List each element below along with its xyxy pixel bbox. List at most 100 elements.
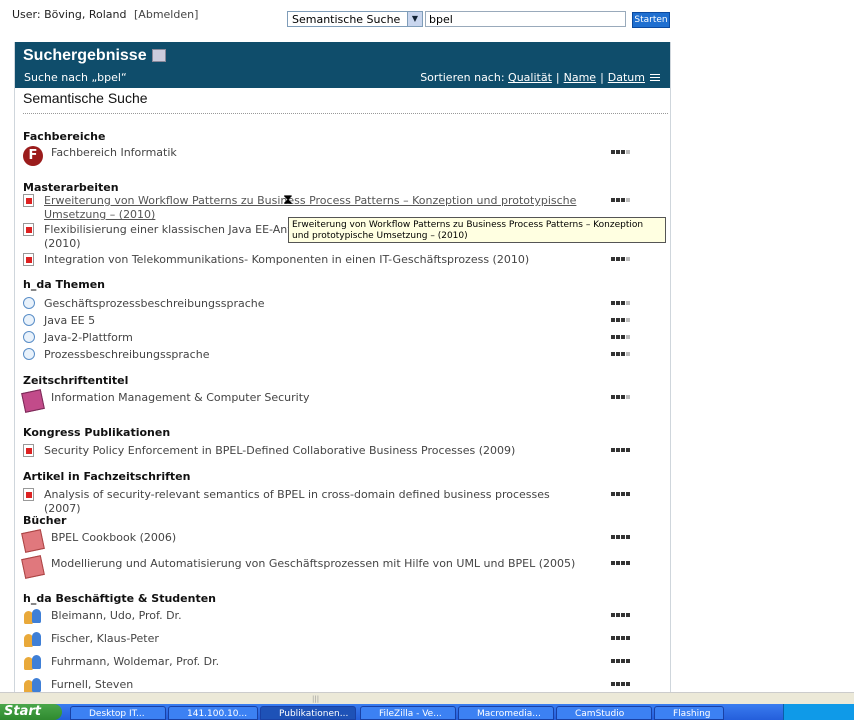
pdf-icon	[23, 253, 34, 266]
taskbar-item[interactable]: Macromedia...	[458, 706, 554, 720]
relevance-rating	[611, 257, 633, 261]
result-item-label[interactable]: Analysis of security-relevant semantics …	[44, 488, 584, 516]
category-heading: Kongress Publikationen	[23, 426, 171, 439]
rating-dot	[616, 448, 620, 452]
rating-dot	[616, 301, 620, 305]
book-icon	[21, 555, 45, 579]
result-item-label[interactable]: Security Policy Enforcement in BPEL-Defi…	[44, 444, 584, 458]
sort-label: Sortieren nach:	[420, 71, 505, 84]
rating-dot	[626, 352, 630, 356]
taskbar-item[interactable]: Flashing	[654, 706, 724, 720]
relevance-rating	[611, 150, 633, 154]
taskbar-item[interactable]: Publikationen...	[260, 706, 356, 720]
rating-dot	[616, 492, 620, 496]
rating-dot	[616, 257, 620, 261]
category-heading: Fachbereiche	[23, 130, 106, 143]
taskbar: Start Desktop IT... 141.100.10... Publik…	[0, 704, 854, 720]
rating-dot	[621, 561, 625, 565]
rating-dot	[621, 150, 625, 154]
logout-link[interactable]: [Abmelden]	[134, 8, 198, 21]
search-submit-button[interactable]: Starten	[632, 12, 670, 28]
rating-dot	[626, 613, 630, 617]
rating-dot	[621, 613, 625, 617]
result-item-label[interactable]: Prozessbeschreibungssprache	[44, 348, 584, 362]
rating-dot	[611, 198, 615, 202]
rating-dot	[621, 301, 625, 305]
relevance-rating	[611, 636, 633, 640]
result-item-label[interactable]: Integration von Telekommunikations- Komp…	[44, 253, 584, 267]
taskbar-item[interactable]: 141.100.10...	[168, 706, 258, 720]
rating-dot	[626, 198, 630, 202]
rating-dot	[611, 561, 615, 565]
rating-dot	[621, 535, 625, 539]
rating-dot	[611, 318, 615, 322]
tooltip: Erweiterung von Workflow Patterns zu Bus…	[288, 217, 666, 243]
result-item-label[interactable]: Fuhrmann, Woldemar, Prof. Dr.	[51, 655, 591, 669]
rating-dot	[616, 395, 620, 399]
pdf-icon	[23, 194, 34, 207]
search-mode-value: Semantische Suche	[292, 13, 401, 26]
result-item-label[interactable]: Geschäftsprozessbeschreibungssprache	[44, 297, 584, 311]
result-item-label[interactable]: Bleimann, Udo, Prof. Dr.	[51, 609, 591, 623]
rating-dot	[626, 682, 630, 686]
hourglass-cursor-icon: ⧗	[283, 192, 293, 208]
list-view-icon[interactable]	[650, 73, 660, 83]
result-item-label[interactable]: BPEL Cookbook (2006)	[51, 531, 591, 545]
category-heading: h_da Beschäftigte & Studenten	[23, 592, 217, 605]
pdf-icon	[23, 488, 34, 501]
result-item-label[interactable]: Modellierung und Automatisierung von Ges…	[51, 557, 591, 571]
rating-dot	[611, 352, 615, 356]
rating-dot	[611, 395, 615, 399]
result-item-label[interactable]: Fachbereich Informatik	[51, 146, 591, 160]
category-heading: Artikel in Fachzeitschriften	[23, 470, 191, 483]
rating-dot	[621, 682, 625, 686]
results-subtitle: Semantische Suche	[23, 90, 148, 106]
start-button[interactable]: Start	[0, 704, 62, 720]
result-item-label[interactable]: Fischer, Klaus-Peter	[51, 632, 591, 646]
people-icon	[23, 632, 43, 648]
scrollbar-grip-icon[interactable]: |||	[312, 695, 322, 703]
taskbar-item[interactable]: FileZilla - Ve...	[360, 706, 456, 720]
results-panel: Suchergebnisse Suche nach „bpel“ Sortier…	[14, 42, 671, 692]
print-icon[interactable]	[151, 49, 166, 63]
rating-dot	[621, 318, 625, 322]
rating-dot	[611, 448, 615, 452]
result-item-label[interactable]: Java EE 5	[44, 314, 584, 328]
rating-dot	[626, 301, 630, 305]
rating-dot	[621, 198, 625, 202]
search-mode-select[interactable]: Semantische Suche ▼	[287, 11, 423, 27]
rating-dot	[616, 659, 620, 663]
divider	[23, 113, 668, 114]
taskbar-item[interactable]: Desktop IT...	[70, 706, 166, 720]
rating-dot	[616, 535, 620, 539]
people-icon	[23, 655, 43, 671]
rating-dot	[626, 318, 630, 322]
globe-icon	[23, 314, 35, 326]
relevance-rating	[611, 613, 633, 617]
rating-dot	[626, 535, 630, 539]
chevron-down-icon[interactable]: ▼	[407, 12, 422, 26]
rating-dot	[621, 335, 625, 339]
rating-dot	[611, 659, 615, 663]
result-item-label[interactable]: Furnell, Steven	[51, 678, 591, 692]
rating-dot	[626, 448, 630, 452]
book-icon	[21, 529, 45, 553]
user-info: User: Böving, Roland [Abmelden]	[12, 8, 198, 21]
rating-dot	[626, 335, 630, 339]
category-heading: Zeitschriftentitel	[23, 374, 129, 387]
sort-separator: |	[600, 71, 604, 84]
sort-controls: Sortieren nach: Qualität | Name | Datum	[420, 71, 660, 84]
result-item-label[interactable]: Information Management & Computer Securi…	[51, 391, 591, 405]
sort-name-link[interactable]: Name	[564, 71, 596, 84]
result-item-label[interactable]: Java-2-Plattform	[44, 331, 584, 345]
rating-dot	[611, 257, 615, 261]
relevance-rating	[611, 561, 633, 565]
sort-date-link[interactable]: Datum	[608, 71, 645, 84]
sort-quality-link[interactable]: Qualität	[508, 71, 552, 84]
search-input[interactable]: bpel	[425, 11, 626, 27]
relevance-rating	[611, 198, 633, 202]
rating-dot	[626, 636, 630, 640]
rating-dot	[616, 198, 620, 202]
relevance-rating	[611, 301, 633, 305]
taskbar-item[interactable]: CamStudio	[556, 706, 652, 720]
